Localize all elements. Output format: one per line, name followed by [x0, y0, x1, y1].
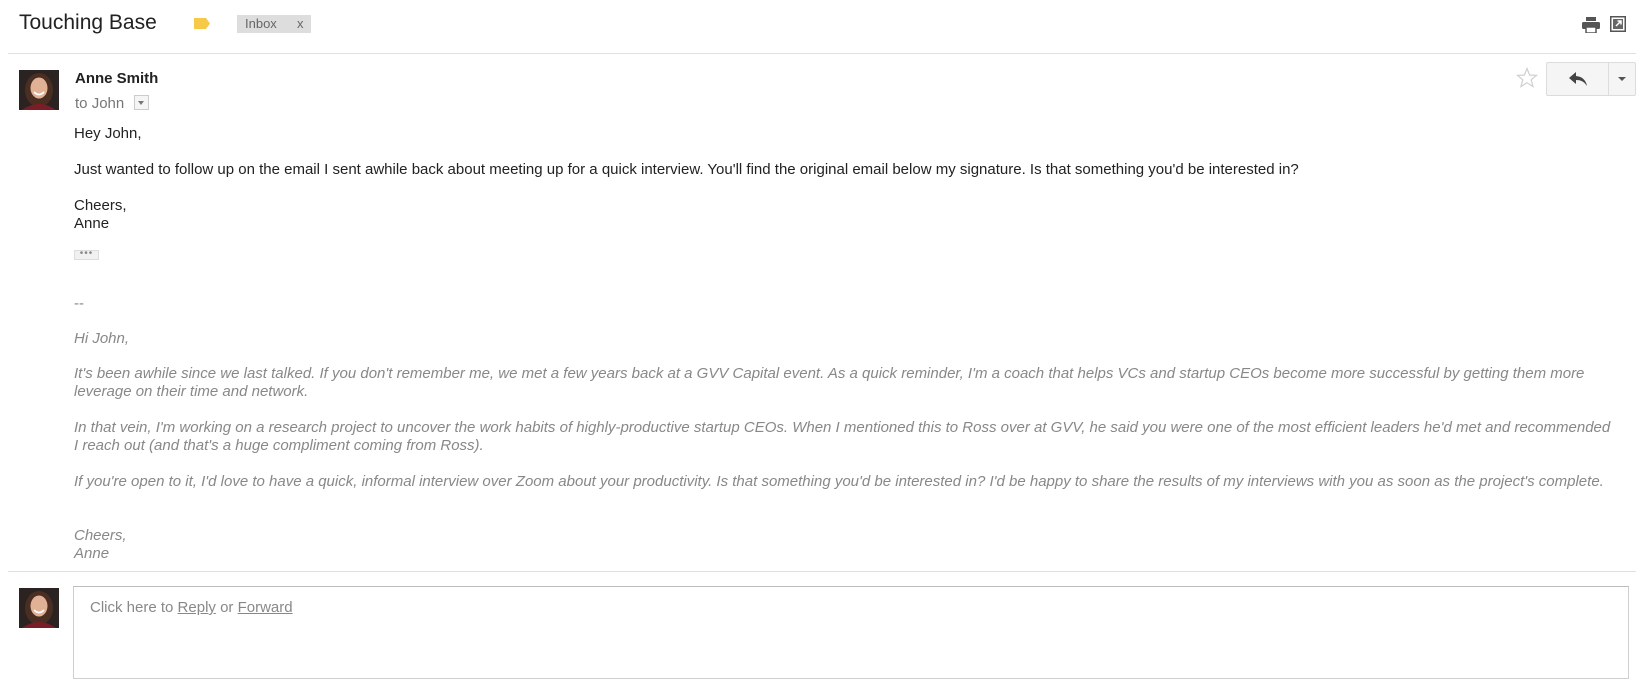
- body-signature: Anne: [74, 215, 110, 232]
- inbox-label-text: Inbox: [245, 16, 277, 31]
- show-trimmed-content-button[interactable]: •••: [74, 249, 99, 260]
- reply-prompt-prefix: Click here to: [90, 599, 174, 616]
- sender-name[interactable]: Anne Smith: [75, 70, 158, 87]
- header-divider: [8, 53, 1636, 54]
- sender-avatar[interactable]: [19, 70, 59, 110]
- quoted-greeting: Hi John,: [74, 330, 130, 347]
- show-details-dropdown[interactable]: [134, 95, 150, 110]
- recipient-prefix: to: [75, 95, 88, 112]
- new-window-icon[interactable]: [1610, 16, 1626, 32]
- quoted-paragraph: If you're open to it, I'd love to have a…: [74, 473, 1604, 490]
- reply-link[interactable]: Reply: [178, 599, 216, 616]
- body-paragraph: Just wanted to follow up on the email I …: [74, 161, 1299, 178]
- thread-header: Touching Base Inbox x: [0, 0, 1644, 52]
- quoted-paragraph: In that vein, I'm working on a research …: [74, 419, 1611, 454]
- reply-prompt-or: or: [220, 599, 234, 616]
- signature-separator: --: [74, 295, 84, 312]
- thread-subject: Touching Base: [19, 11, 157, 34]
- quoted-signature: Anne: [74, 545, 110, 562]
- quoted-signature-block: Cheers, Anne: [74, 527, 127, 563]
- star-icon[interactable]: [1516, 67, 1538, 89]
- body-greeting: Hey John,: [74, 125, 142, 142]
- recipient-name: John: [91, 95, 125, 112]
- recipient-line: to John: [75, 95, 150, 112]
- inbox-label-chip: Inbox x: [237, 15, 311, 33]
- reply-prompt: Click here to Reply or Forward: [90, 599, 293, 616]
- quoted-sign-off: Cheers,: [74, 527, 127, 544]
- reply-button[interactable]: [1547, 63, 1608, 95]
- reply-button-group: [1546, 62, 1636, 96]
- forward-link[interactable]: Forward: [238, 599, 293, 616]
- label-tag-icon[interactable]: [193, 18, 211, 29]
- reply-box[interactable]: Click here to Reply or Forward: [73, 586, 1629, 679]
- body-signature-block: Cheers, Anne: [74, 197, 127, 233]
- message-divider: [8, 571, 1636, 572]
- body-sign-off: Cheers,: [74, 197, 127, 214]
- reply-avatar: [19, 588, 59, 628]
- quoted-paragraph: It's been awhile since we last talked. I…: [74, 365, 1585, 400]
- remove-label-button[interactable]: x: [297, 15, 304, 33]
- more-actions-button[interactable]: [1609, 63, 1635, 95]
- print-icon[interactable]: [1582, 17, 1600, 33]
- reply-icon: [1569, 72, 1587, 86]
